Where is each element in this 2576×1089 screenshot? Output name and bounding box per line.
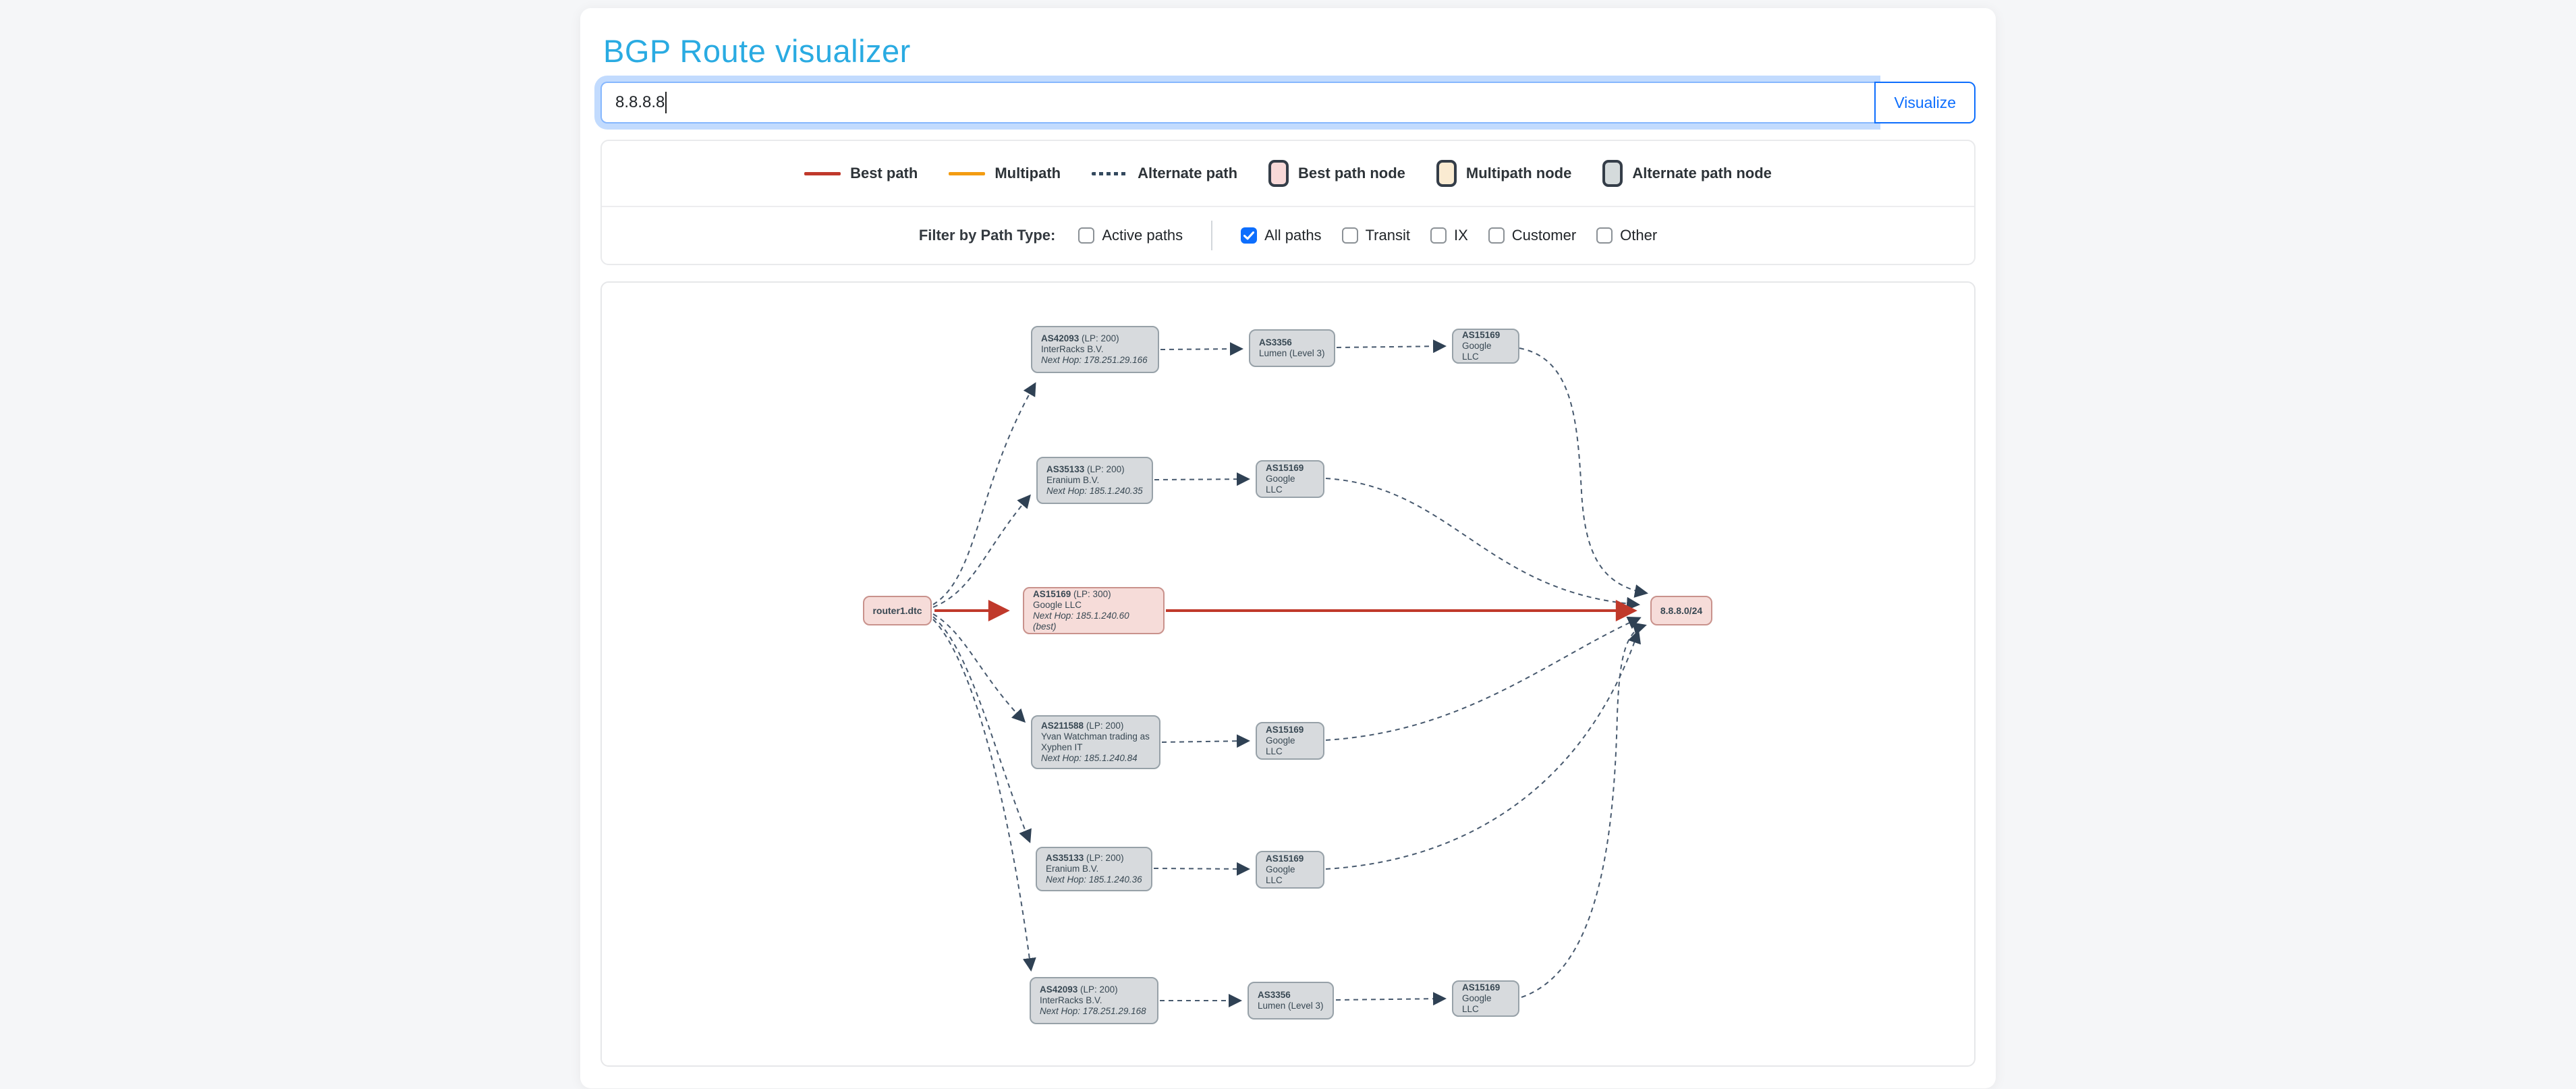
checkbox-all-paths[interactable]: [1241, 227, 1257, 244]
app-card: BGP Route visualizer Visualize Best path…: [580, 8, 1996, 1088]
edge-r5a-r5b: [1154, 868, 1248, 869]
edge-r6b-r6c: [1336, 999, 1445, 1000]
graph-node-as15169-4[interactable]: AS15169 Google LLC: [1256, 722, 1324, 760]
filter-option-all-paths[interactable]: All paths: [1241, 227, 1321, 244]
graph-node-as15169-2[interactable]: AS15169 Google LLC: [1256, 460, 1324, 498]
legend-item-multipath: Multipath: [949, 165, 1061, 182]
graph-node-as35133-2[interactable]: AS35133 (LP: 200) Eranium B.V. Next Hop:…: [1036, 457, 1153, 504]
graph-node-prefix[interactable]: 8.8.8.0/24: [1650, 596, 1712, 625]
graph-node-router1[interactable]: router1.dtc: [863, 596, 932, 625]
legend-item-alternate-path: Alternate path: [1092, 165, 1237, 182]
edge-r5b-dest: [1326, 632, 1638, 869]
graph-node-as42093-bottom[interactable]: AS42093 (LP: 200) InterRacks B.V. Next H…: [1030, 977, 1158, 1024]
prefix-input[interactable]: [600, 82, 1874, 123]
filter-option-customer[interactable]: Customer: [1488, 227, 1576, 244]
filter-option-ix[interactable]: IX: [1430, 227, 1468, 244]
edge-r1c-dest: [1519, 348, 1646, 593]
filter-option-transit[interactable]: Transit: [1342, 227, 1410, 244]
legend-item-best-path: Best path: [804, 165, 918, 182]
legend-panel: Best path Multipath Alternate path Best …: [600, 140, 1976, 265]
prefix-input-wrap: [600, 82, 1874, 123]
graph-node-as15169-bottom[interactable]: AS15169 Google LLC: [1452, 980, 1519, 1017]
graph-edges: [602, 283, 1974, 1065]
edge-router-r1a: [933, 384, 1035, 605]
graph-node-as35133-5[interactable]: AS35133 (LP: 200) Eranium B.V. Next Hop:…: [1036, 847, 1152, 891]
edge-r2b-dest: [1326, 478, 1638, 605]
alternate-path-line-swatch: [1092, 172, 1128, 175]
edge-router-r5a: [933, 617, 1030, 841]
filter-option-other[interactable]: Other: [1596, 227, 1657, 244]
legend-item-multipath-node: Multipath node: [1436, 160, 1571, 187]
legend-item-alternate-path-node: Alternate path node: [1602, 160, 1772, 187]
edge-r1a-r1b: [1160, 349, 1241, 350]
text-caret: [665, 92, 667, 113]
graph-node-as42093-top[interactable]: AS42093 (LP: 200) InterRacks B.V. Next H…: [1031, 326, 1159, 373]
graph-node-as15169-top[interactable]: AS15169 Google LLC: [1452, 329, 1519, 364]
edge-r6c-dest: [1521, 625, 1645, 997]
legend-row: Best path Multipath Alternate path Best …: [602, 141, 1974, 207]
edge-router-r6a: [933, 619, 1031, 970]
legend-item-best-path-node: Best path node: [1268, 160, 1405, 187]
multipath-node-swatch: [1436, 160, 1457, 187]
best-path-line-swatch: [804, 172, 841, 175]
bgp-graph-panel[interactable]: router1.dtc 8.8.8.0/24 AS42093 (LP: 200)…: [600, 281, 1976, 1067]
checkbox-transit[interactable]: [1342, 227, 1358, 244]
multipath-line-swatch: [949, 172, 985, 175]
graph-node-as15169-5[interactable]: AS15169 Google LLC: [1256, 851, 1324, 889]
filter-title: Filter by Path Type:: [919, 227, 1056, 244]
edge-r2a-r2b: [1154, 479, 1248, 480]
prefix-input-group: Visualize: [600, 82, 1976, 123]
alternate-path-node-swatch: [1602, 160, 1623, 187]
checkbox-ix[interactable]: [1430, 227, 1447, 244]
graph-node-as3356-top[interactable]: AS3356 Lumen (Level 3): [1249, 329, 1335, 367]
graph-node-as15169-best[interactable]: AS15169 (LP: 300) Google LLC Next Hop: 1…: [1023, 587, 1165, 634]
best-path-node-swatch: [1268, 160, 1289, 187]
edge-router-r2a: [933, 496, 1030, 607]
check-icon: [1243, 231, 1254, 240]
checkbox-customer[interactable]: [1488, 227, 1505, 244]
graph-node-as211588[interactable]: AS211588 (LP: 200) Yvan Watchman trading…: [1031, 715, 1160, 769]
checkbox-active-paths[interactable]: [1078, 227, 1094, 244]
visualize-button[interactable]: Visualize: [1874, 82, 1976, 123]
edge-router-r4a: [933, 614, 1024, 721]
page-title: BGP Route visualizer: [603, 32, 1973, 69]
edge-r1b-r1c: [1337, 346, 1445, 347]
edge-r4b-dest: [1326, 618, 1640, 740]
checkbox-other[interactable]: [1596, 227, 1613, 244]
filter-row: Filter by Path Type: Active paths All pa…: [602, 207, 1974, 264]
filter-option-active-paths[interactable]: Active paths: [1078, 227, 1183, 244]
graph-node-as3356-bottom[interactable]: AS3356 Lumen (Level 3): [1248, 982, 1334, 1020]
edge-r4a-r4b: [1162, 741, 1248, 742]
filter-divider: [1211, 221, 1212, 250]
